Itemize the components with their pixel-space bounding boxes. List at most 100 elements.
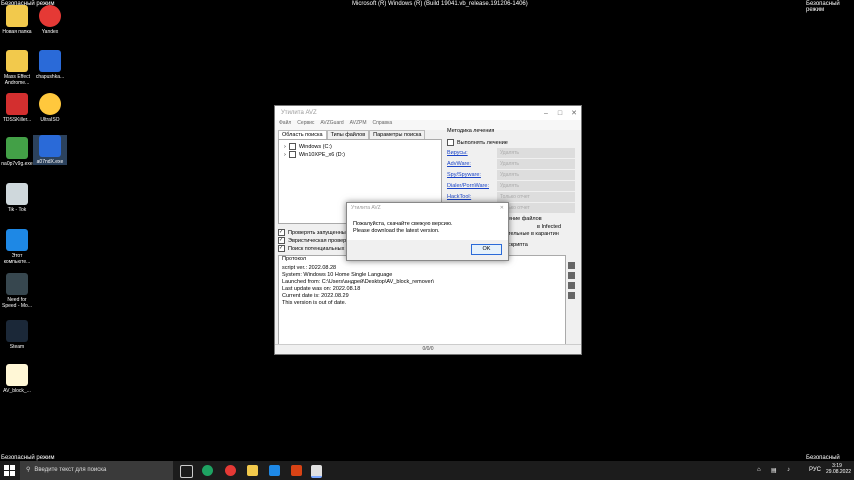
tree-item-d[interactable]: › Win10XPE_x6 (D:) <box>284 151 345 158</box>
computer-icon <box>6 229 28 251</box>
file-icon <box>6 364 28 386</box>
menu-avzguard[interactable]: AVZGuard <box>320 120 343 130</box>
potential-row[interactable]: Поиск потенциальных у <box>278 245 349 252</box>
save-icon[interactable] <box>568 262 575 269</box>
window-titlebar[interactable]: Утилита AVZ – □ ✕ <box>275 106 581 120</box>
desktop-icon[interactable]: UltraISO <box>33 93 67 123</box>
desktop-icon[interactable]: a07ndX.exe <box>33 135 67 165</box>
desktop-icon[interactable]: Новая папка <box>0 5 34 35</box>
log-line: Last update was on: 2022.08.18 <box>282 286 361 292</box>
people-icon[interactable]: ⌂ <box>757 467 761 473</box>
yandex-icon[interactable] <box>225 465 236 476</box>
copy-icon[interactable] <box>568 272 575 279</box>
close-icon[interactable]: ✕ <box>500 203 504 213</box>
protocol-log[interactable]: script ver.: 2022.08.28 System: Windows … <box>279 263 565 309</box>
desktop-icon-label: Yandex <box>41 29 59 35</box>
dialog-line: Please download the latest version. <box>353 228 440 234</box>
clear-icon[interactable] <box>568 282 575 289</box>
partial-text: тельные в карантин <box>508 231 559 237</box>
menu-file[interactable]: Файл <box>279 120 291 130</box>
tab-search-area[interactable]: Область поиска <box>278 130 327 139</box>
avz-taskbar-icon[interactable] <box>311 465 322 478</box>
dialer-action[interactable]: Удалять <box>497 181 575 191</box>
drive-checkbox[interactable] <box>288 143 296 150</box>
check-label: Поиск потенциальных у <box>288 245 349 252</box>
heuristic-row[interactable]: Эвристическая провер <box>278 237 346 244</box>
dialog-titlebar[interactable]: Утилита AVZ ✕ <box>347 203 508 213</box>
drive-checkbox[interactable] <box>288 151 296 158</box>
menu-avzpm[interactable]: AVZPM <box>350 120 367 130</box>
do-treatment-label: Выполнять лечение <box>457 139 508 146</box>
hacktool-link[interactable]: HackTool: <box>447 194 471 200</box>
network-icon[interactable]: ▤ <box>771 467 777 474</box>
app-icon[interactable] <box>291 465 302 476</box>
clock[interactable]: 3:19 29.08.2022 <box>826 463 851 475</box>
spyware-action[interactable]: Удалять <box>497 170 575 180</box>
do-treatment-checkbox[interactable] <box>447 139 454 146</box>
recycle-bin-icon <box>6 183 28 205</box>
treatment-heading: Методика лечения <box>447 128 495 134</box>
log-line: This version is out of date. <box>282 300 347 306</box>
folder-icon <box>6 5 28 27</box>
menu-help[interactable]: Справка <box>373 120 393 130</box>
desktop-icon[interactable]: Steam <box>0 320 34 350</box>
desktop-icon[interactable]: AV_block_... <box>0 364 34 394</box>
ok-button[interactable]: OK <box>471 244 502 255</box>
desktop-icon[interactable]: Tik - Tok <box>0 183 34 213</box>
virus-action[interactable]: Удалять <box>497 148 575 158</box>
tree-item-label: Win10XPE_x6 (D:) <box>298 151 345 158</box>
check-label: Проверять запущенные <box>288 229 349 236</box>
search-placeholder: Введите текст для поиска <box>34 467 107 473</box>
explorer-icon[interactable] <box>247 465 258 476</box>
desktop-icon[interactable]: TDSSKiller... <box>0 93 34 123</box>
heuristic-checkbox[interactable] <box>278 237 285 244</box>
kaspersky-icon <box>6 93 28 115</box>
edge-icon[interactable] <box>202 465 213 476</box>
check-running-checkbox[interactable] <box>278 229 285 236</box>
hacktool-action[interactable]: Только отчет <box>497 192 575 202</box>
expand-icon[interactable]: › <box>284 144 286 150</box>
desktop-icon-label: UltraISO <box>40 117 60 123</box>
tree-item-c[interactable]: › Windows (C:) <box>284 143 332 150</box>
shield-icon <box>6 137 28 159</box>
log-line: Launched from: C:\Users\андрей\Desktop\A… <box>282 279 434 285</box>
status-bar: 0/0/0 <box>275 344 581 354</box>
desktop-icon[interactable]: Yandex <box>33 5 67 35</box>
tab-search-params[interactable]: Параметры поиска <box>369 130 426 139</box>
desktop-icon[interactable]: Mass Effect Androme... <box>0 50 34 86</box>
search-box[interactable]: ⚲ Введите текст для поиска <box>20 461 173 480</box>
search-icon[interactable] <box>568 292 575 299</box>
language-indicator[interactable]: РУС <box>809 467 821 473</box>
dialer-link[interactable]: Dialer/PornWare: <box>447 183 489 189</box>
minimize-icon[interactable]: – <box>539 110 553 117</box>
tab-file-types[interactable]: Типы файлов <box>326 130 370 139</box>
task-view-icon[interactable] <box>180 465 193 478</box>
desktop-icon[interactable]: chapushka... <box>33 50 67 80</box>
disc-icon <box>39 93 61 115</box>
desktop-icon[interactable]: na0p7v9g.exe <box>0 137 34 167</box>
desktop-icon[interactable]: Need for Speed - Mo... <box>0 273 34 309</box>
steam-icon <box>6 320 28 342</box>
desktop-icon-label: AV_block_... <box>3 388 31 394</box>
desktop-icon[interactable]: Этот компьюте... <box>0 229 34 265</box>
close-icon[interactable]: ✕ <box>567 109 581 117</box>
dialog-message: Пожалуйста, скачайте свежую версию. Plea… <box>347 213 508 240</box>
partial-text: ение файлов <box>508 216 542 222</box>
potential-checkbox[interactable] <box>278 245 285 252</box>
desktop-icon-label: chapushka... <box>35 74 65 80</box>
virus-link[interactable]: Вирусы: <box>447 150 468 156</box>
partial-button[interactable]: скрипта <box>508 242 528 248</box>
mail-icon[interactable] <box>269 465 280 476</box>
do-treatment-row[interactable]: Выполнять лечение <box>447 139 508 146</box>
spyware-link[interactable]: Spy/Spyware: <box>447 172 481 178</box>
volume-icon[interactable]: ♪ <box>787 467 790 473</box>
dialog-line: Пожалуйста, скачайте свежую версию. <box>353 221 453 227</box>
check-running-row[interactable]: Проверять запущенные <box>278 229 349 236</box>
adware-action[interactable]: Удалять <box>497 159 575 169</box>
maximize-icon[interactable]: □ <box>553 110 567 117</box>
expand-icon[interactable]: › <box>284 152 286 158</box>
app-icon <box>39 50 61 72</box>
menu-service[interactable]: Сервис <box>297 120 314 130</box>
adware-link[interactable]: AdvWare: <box>447 161 471 167</box>
start-button[interactable] <box>4 465 15 476</box>
